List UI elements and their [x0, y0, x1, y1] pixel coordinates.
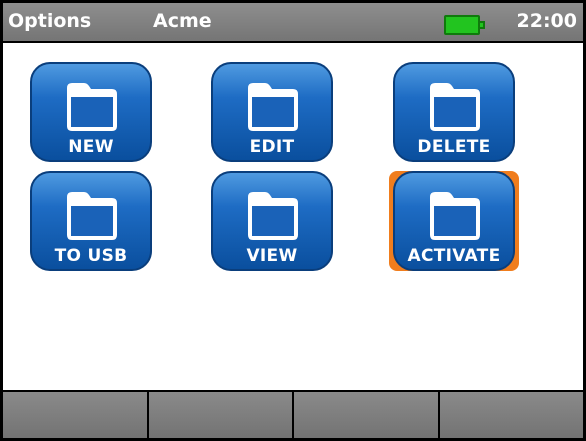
activate-button[interactable]: ACTIVATE	[389, 171, 519, 271]
view-label: VIEW	[246, 246, 298, 266]
to-usb-button[interactable]: TO USB	[30, 171, 152, 271]
softkey-4[interactable]	[439, 392, 583, 438]
edit-label: EDIT	[249, 137, 295, 157]
folder-icon	[248, 192, 298, 240]
to-usb-label: TO USB	[54, 246, 128, 266]
softkey-2[interactable]	[148, 392, 294, 438]
clock: 22:00	[516, 10, 577, 32]
profile-name: Acme	[153, 10, 212, 32]
softkey-1[interactable]	[3, 392, 149, 438]
new-button[interactable]: NEW	[30, 62, 152, 162]
folder-icon	[430, 83, 480, 131]
menu-title: Options	[8, 10, 92, 32]
new-label: NEW	[68, 137, 114, 157]
battery-icon	[444, 15, 488, 35]
edit-button[interactable]: EDIT	[211, 62, 333, 162]
folder-icon	[430, 192, 480, 240]
delete-button[interactable]: DELETE	[393, 62, 515, 162]
view-button[interactable]: VIEW	[211, 171, 333, 271]
status-bar: Options Acme 22:00	[3, 3, 583, 43]
folder-icon	[248, 83, 298, 131]
activate-label: ACTIVATE	[407, 246, 501, 266]
softkey-bar	[3, 390, 583, 438]
delete-label: DELETE	[417, 137, 491, 157]
device-screen: Options Acme 22:00 NEW EDIT DELETE TO US…	[0, 0, 586, 441]
softkey-3[interactable]	[294, 392, 440, 438]
folder-icon	[67, 192, 117, 240]
folder-icon	[67, 83, 117, 131]
